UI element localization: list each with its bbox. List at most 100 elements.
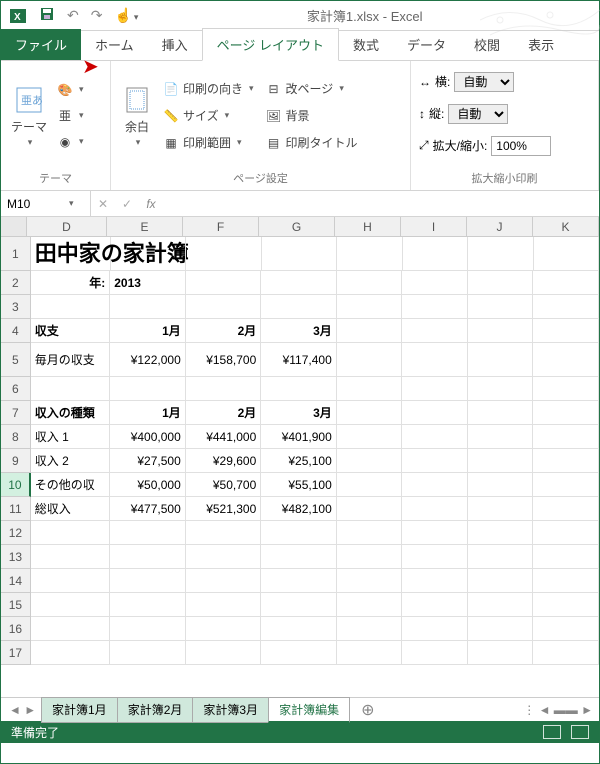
cell-K17[interactable]	[533, 641, 599, 665]
cell-F12[interactable]	[186, 521, 262, 545]
row-header-4[interactable]: 4	[1, 319, 31, 343]
cell-F7[interactable]: 2月	[186, 401, 262, 425]
row-header-7[interactable]: 7	[1, 401, 31, 425]
background-button[interactable]: 🖼背景	[262, 105, 314, 126]
cell-H5[interactable]	[337, 343, 403, 377]
col-header-E[interactable]: E	[107, 217, 183, 236]
cell-G6[interactable]	[261, 377, 337, 401]
cell-E4[interactable]: 1月	[110, 319, 186, 343]
effects-button[interactable]: ◉▾	[53, 132, 88, 152]
cell-G5[interactable]: ¥117,400	[261, 343, 337, 377]
cell-H7[interactable]	[337, 401, 403, 425]
cell-J6[interactable]	[468, 377, 534, 401]
cell-J4[interactable]	[468, 319, 534, 343]
touch-icon[interactable]: ☝▾	[114, 7, 138, 24]
cell-H11[interactable]	[337, 497, 403, 521]
row-header-3[interactable]: 3	[1, 295, 31, 319]
cell-K13[interactable]	[533, 545, 599, 569]
cell-H16[interactable]	[337, 617, 403, 641]
cell-E17[interactable]	[110, 641, 186, 665]
cell-H9[interactable]	[337, 449, 403, 473]
cancel-icon[interactable]: ✕	[91, 197, 115, 211]
cell-D10[interactable]: その他の収入	[31, 473, 110, 497]
cell-H6[interactable]	[337, 377, 403, 401]
cell-D15[interactable]	[31, 593, 110, 617]
tab-data[interactable]: データ	[393, 29, 460, 60]
row-header-17[interactable]: 17	[1, 641, 31, 665]
cell-J13[interactable]	[468, 545, 534, 569]
select-all-corner[interactable]	[1, 217, 27, 236]
cell-I17[interactable]	[402, 641, 468, 665]
tab-pagelayout[interactable]: ページ レイアウト	[202, 28, 339, 61]
fx-icon[interactable]: fx	[139, 197, 163, 211]
cell-I1[interactable]	[403, 237, 469, 271]
undo-icon[interactable]: ↶	[67, 7, 79, 24]
cell-H14[interactable]	[337, 569, 403, 593]
cell-I15[interactable]	[402, 593, 468, 617]
cell-I14[interactable]	[402, 569, 468, 593]
cell-F15[interactable]	[186, 593, 262, 617]
cell-K8[interactable]	[533, 425, 599, 449]
row-header-15[interactable]: 15	[1, 593, 31, 617]
cell-I9[interactable]	[402, 449, 468, 473]
cell-F3[interactable]	[186, 295, 262, 319]
cell-I7[interactable]	[402, 401, 468, 425]
enter-icon[interactable]: ✓	[115, 197, 139, 211]
cell-I6[interactable]	[402, 377, 468, 401]
cell-I8[interactable]	[402, 425, 468, 449]
col-header-I[interactable]: I	[401, 217, 467, 236]
cell-E9[interactable]: ¥27,500	[110, 449, 186, 473]
cell-H3[interactable]	[337, 295, 403, 319]
sheet-tab-2[interactable]: 家計簿3月	[192, 697, 269, 723]
cell-J7[interactable]	[468, 401, 534, 425]
cell-G17[interactable]	[261, 641, 337, 665]
cell-D17[interactable]	[31, 641, 110, 665]
cell-K7[interactable]	[533, 401, 599, 425]
row-header-13[interactable]: 13	[1, 545, 31, 569]
cell-G10[interactable]: ¥55,100	[261, 473, 337, 497]
cell-G12[interactable]	[261, 521, 337, 545]
cell-F6[interactable]	[186, 377, 262, 401]
cell-F8[interactable]: ¥441,000	[186, 425, 262, 449]
cell-J17[interactable]	[468, 641, 534, 665]
row-header-16[interactable]: 16	[1, 617, 31, 641]
cell-D13[interactable]	[31, 545, 110, 569]
cell-F4[interactable]: 2月	[186, 319, 262, 343]
printarea-button[interactable]: ▦印刷範囲▾	[159, 132, 246, 153]
cell-K4[interactable]	[533, 319, 599, 343]
cell-K6[interactable]	[533, 377, 599, 401]
cell-K16[interactable]	[533, 617, 599, 641]
col-header-F[interactable]: F	[183, 217, 259, 236]
cell-G16[interactable]	[261, 617, 337, 641]
cell-J15[interactable]	[468, 593, 534, 617]
cell-D11[interactable]: 総収入	[31, 497, 110, 521]
cell-I2[interactable]	[402, 271, 468, 295]
row-header-12[interactable]: 12	[1, 521, 31, 545]
cell-G13[interactable]	[261, 545, 337, 569]
add-sheet-button[interactable]: ⊕	[349, 700, 386, 720]
height-select[interactable]: 自動	[448, 104, 508, 124]
cell-G11[interactable]: ¥482,100	[261, 497, 337, 521]
view-pagelayout-icon[interactable]	[571, 725, 589, 739]
cell-G4[interactable]: 3月	[261, 319, 337, 343]
cell-J16[interactable]	[468, 617, 534, 641]
cell-F17[interactable]	[186, 641, 262, 665]
cell-J12[interactable]	[468, 521, 534, 545]
cell-E10[interactable]: ¥50,000	[110, 473, 186, 497]
col-header-D[interactable]: D	[27, 217, 107, 236]
cell-I11[interactable]	[402, 497, 468, 521]
cell-I13[interactable]	[402, 545, 468, 569]
cell-I16[interactable]	[402, 617, 468, 641]
cell-F1[interactable]	[186, 237, 261, 271]
cell-J9[interactable]	[468, 449, 534, 473]
cell-J14[interactable]	[468, 569, 534, 593]
cell-F11[interactable]: ¥521,300	[186, 497, 262, 521]
cell-I3[interactable]	[402, 295, 468, 319]
cell-J10[interactable]	[468, 473, 534, 497]
cell-E7[interactable]: 1月	[110, 401, 186, 425]
cell-D3[interactable]	[31, 295, 110, 319]
row-header-11[interactable]: 11	[1, 497, 31, 521]
cell-J5[interactable]	[468, 343, 534, 377]
cell-E11[interactable]: ¥477,500	[110, 497, 186, 521]
cell-K1[interactable]	[534, 237, 599, 271]
